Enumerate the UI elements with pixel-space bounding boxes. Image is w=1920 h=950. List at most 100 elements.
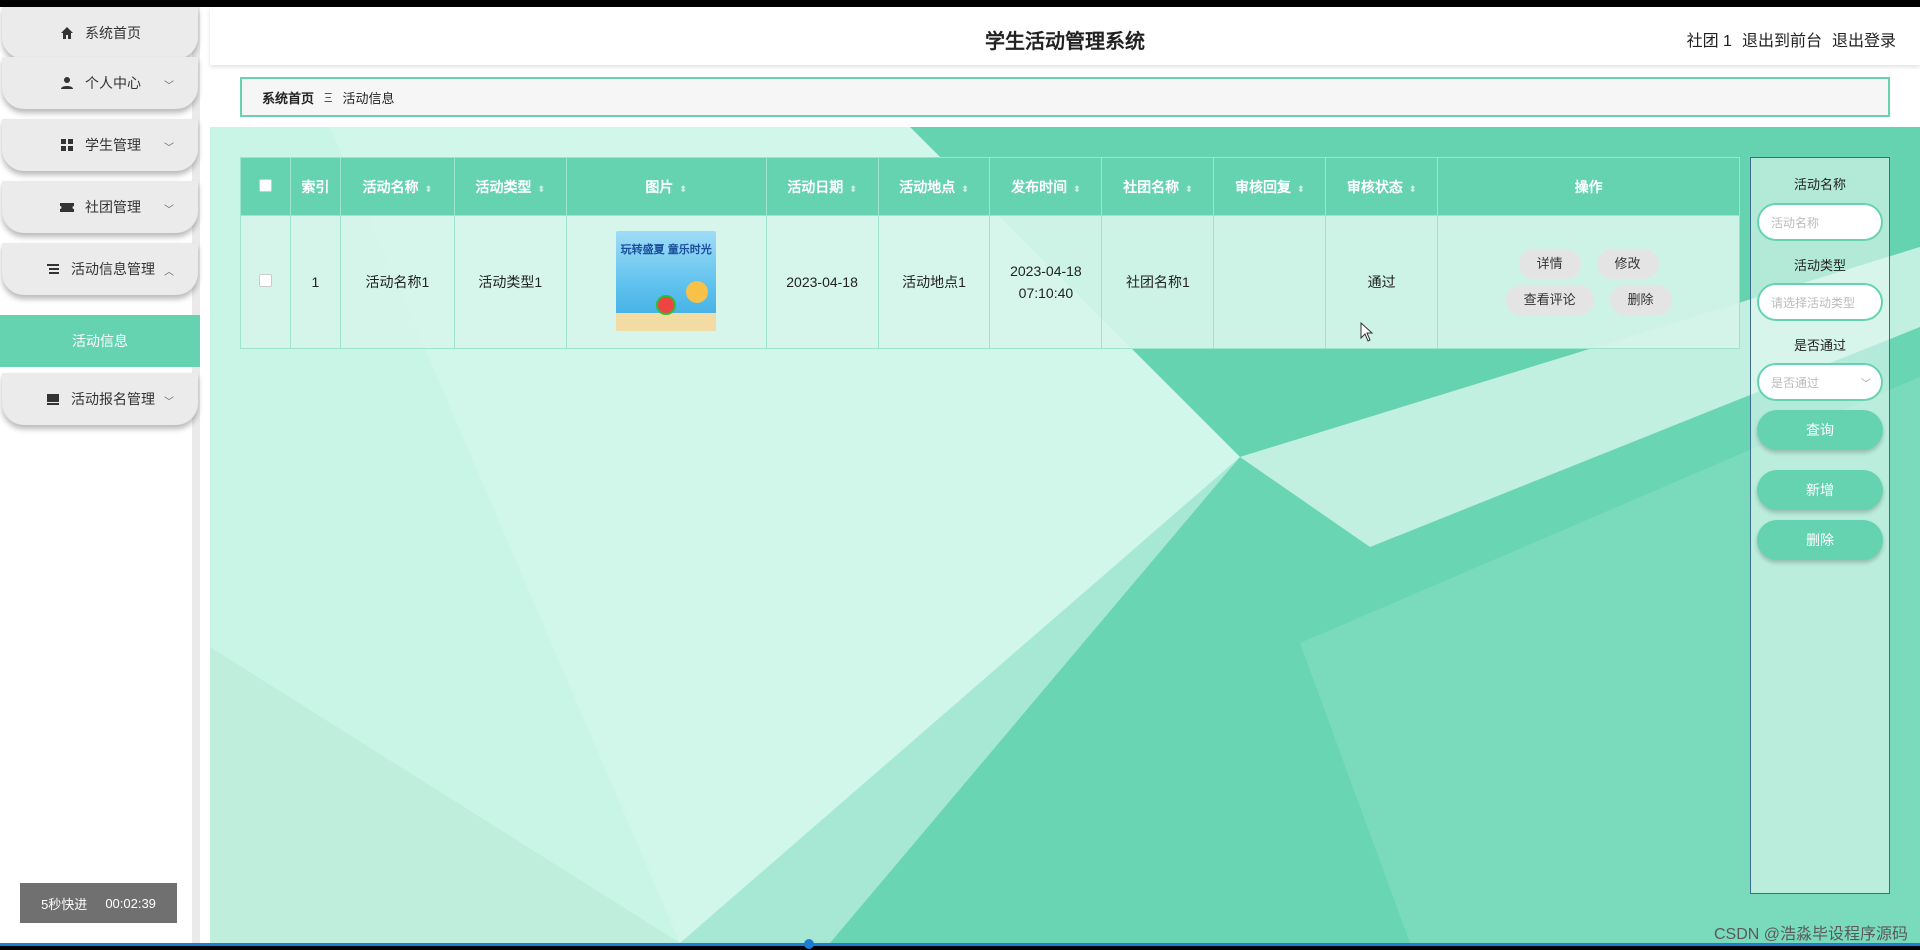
activity-type-label: 活动类型 [1793,258,1846,273]
column-header[interactable]: 图片 ⬍ [565,157,767,216]
thumbnail-sand [616,312,717,331]
sidebar: 系统首页 个人中心 ﹀ 学生管理 ﹀ 社团管理 ﹀ 活动信息管理 ︿ 活动信息 … [0,7,200,944]
edit-button[interactable]: 修改 [1596,249,1659,279]
column-header[interactable]: 发布时间 ⬍ [989,157,1103,216]
row-select-cell[interactable] [240,215,291,349]
view-comments-button[interactable]: 查看评论 [1505,285,1594,315]
sidebar-item-home[interactable]: 系统首页 [2,7,198,59]
column-header-label: 活动地点 [899,178,956,195]
cell-actions: 详情 修改 查看评论 删除 [1437,215,1740,349]
sort-icon[interactable]: ⬍ [1409,184,1417,194]
header-user-actions: 社团 1 退出到前台 退出登录 [1687,27,1896,51]
cell-date: 2023-04-18 [765,215,879,349]
pass-status-label: 是否通过 [1793,338,1846,353]
table-header-row: 索引 活动名称 ⬍ 活动类型 ⬍ 图片 ⬍ 活动日期 ⬍ 活动地点 ⬍ 发布时间 ⬍ 社团名… [240,157,1740,216]
pass-status-select[interactable]: 是否通过 ﹀ [1757,363,1883,401]
cell-location: 活动地点1 [877,215,991,349]
table-row: 1 活动名称1 活动类型1 玩转盛夏 童乐时光 2023-04-18 活动地点1… [240,215,1740,349]
bulk-delete-button[interactable]: 删除 [1757,520,1883,560]
sort-icon[interactable]: ⬍ [679,184,687,194]
sort-icon[interactable]: ⬍ [1297,184,1305,194]
cell-club: 社团名称1 [1101,215,1215,349]
column-header-label: 活动日期 [787,178,844,195]
top-black-bar [0,0,1920,7]
thumbnail-sun [686,280,709,303]
activity-thumbnail[interactable]: 玩转盛夏 童乐时光 [616,230,717,331]
watermark: CSDN @浩淼毕设程序源码 [1713,926,1908,943]
column-header-label: 审核回复 [1234,178,1291,195]
select-all-checkbox[interactable] [258,178,272,192]
column-header[interactable]: 活动类型 ⬍ [453,157,567,216]
breadcrumb-current: 活动信息 [342,90,395,106]
video-seek-handle[interactable] [804,939,814,949]
column-header-label: 社团名称 [1123,178,1180,195]
sort-icon[interactable]: ⬍ [425,184,433,194]
sort-icon[interactable]: ⬍ [849,184,857,194]
chevron-down-icon: ﹀ [164,205,174,216]
fast-forward-label[interactable]: 5秒快进 [41,894,87,913]
sidebar-item-label: 社团管理 [85,199,141,215]
activity-name-placeholder: 活动名称 [1771,215,1820,230]
detail-button[interactable]: 详情 [1518,249,1581,279]
column-header-label: 活动类型 [475,178,532,195]
column-header[interactable]: 活动日期 ⬍ [765,157,879,216]
breadcrumb: 系统首页 Ξ 活动信息 [240,77,1890,117]
column-header[interactable]: 活动名称 ⬍ [339,157,455,216]
sidebar-item-students[interactable]: 学生管理 ﹀ [2,119,198,171]
cell-publish-time: 2023-04-18 07:10:40 [989,215,1103,349]
breadcrumb-separator-icon: Ξ [324,89,333,105]
row-checkbox[interactable] [258,274,272,287]
cell-image: 玩转盛夏 童乐时光 [565,215,767,349]
select-all-header[interactable] [240,157,291,216]
home-icon [59,25,75,41]
user-icon [59,75,75,91]
inbox-icon [45,391,61,407]
sidebar-item-activity-signup[interactable]: 活动报名管理 ﹀ [2,373,198,425]
sidebar-item-clubs[interactable]: 社团管理 ﹀ [2,181,198,233]
playback-time: 00:02:39 [105,895,156,911]
sidebar-subitem-activity-info[interactable]: 活动信息 [0,315,200,367]
sort-icon[interactable]: ⬍ [537,184,545,194]
column-header-label: 活动名称 [362,178,419,195]
video-player-overlay[interactable]: 5秒快进 00:02:39 [20,883,177,923]
exit-to-front-link[interactable]: 退出到前台 [1742,27,1822,51]
sort-icon[interactable]: ⬍ [1185,184,1193,194]
column-header[interactable]: 审核状态 ⬍ [1325,157,1439,216]
app-title: 学生活动管理系统 [985,31,1145,53]
column-header[interactable]: 社团名称 ⬍ [1101,157,1215,216]
breadcrumb-home[interactable]: 系统首页 [262,88,314,107]
activity-type-placeholder: 请选择活动类型 [1771,295,1856,310]
delete-row-button[interactable]: 删除 [1609,285,1672,315]
column-header[interactable]: 活动地点 ⬍ [877,157,991,216]
activity-name-input[interactable]: 活动名称 [1757,203,1883,241]
sort-icon[interactable]: ⬍ [1073,184,1081,194]
sidebar-item-label: 个人中心 [85,75,141,91]
logout-link[interactable]: 退出登录 [1832,27,1896,51]
app-window: 系统首页 个人中心 ﹀ 学生管理 ﹀ 社团管理 ﹀ 活动信息管理 ︿ 活动信息 … [0,0,1920,950]
search-panel: 活动名称 活动名称 活动类型 请选择活动类型 是否通过 是否通过 ﹀ 查询 新增… [1750,157,1890,894]
chevron-down-icon: ﹀ [164,143,174,154]
sort-icon[interactable]: ⬍ [961,184,969,194]
sidebar-item-activity-info[interactable]: 活动信息管理 ︿ [2,243,198,295]
header: 学生活动管理系统 社团 1 退出到前台 退出登录 [210,7,1920,65]
chevron-down-icon: ﹀ [1861,379,1871,390]
add-button[interactable]: 新增 [1757,470,1883,510]
sidebar-item-label: 系统首页 [85,25,141,41]
cell-status: 通过 [1325,215,1439,349]
column-header: 操作 [1437,157,1740,216]
cell-reply [1213,215,1327,349]
sidebar-item-label: 活动信息管理 [71,261,155,277]
activity-name-label: 活动名称 [1793,177,1846,192]
grid-icon [59,137,75,153]
video-progress-bar[interactable] [0,943,1920,946]
sidebar-item-personal[interactable]: 个人中心 ﹀ [2,57,198,109]
chevron-down-icon: ﹀ [164,81,174,92]
thumbnail-ball [656,294,677,315]
column-header[interactable]: 审核回复 ⬍ [1213,157,1327,216]
mouse-cursor-icon [1360,321,1374,347]
activity-type-select[interactable]: 请选择活动类型 [1757,283,1883,321]
column-header-label: 审核状态 [1346,178,1403,195]
query-button[interactable]: 查询 [1757,410,1883,450]
cell-index: 1 [289,215,341,349]
sidebar-item-label: 学生管理 [85,137,141,153]
